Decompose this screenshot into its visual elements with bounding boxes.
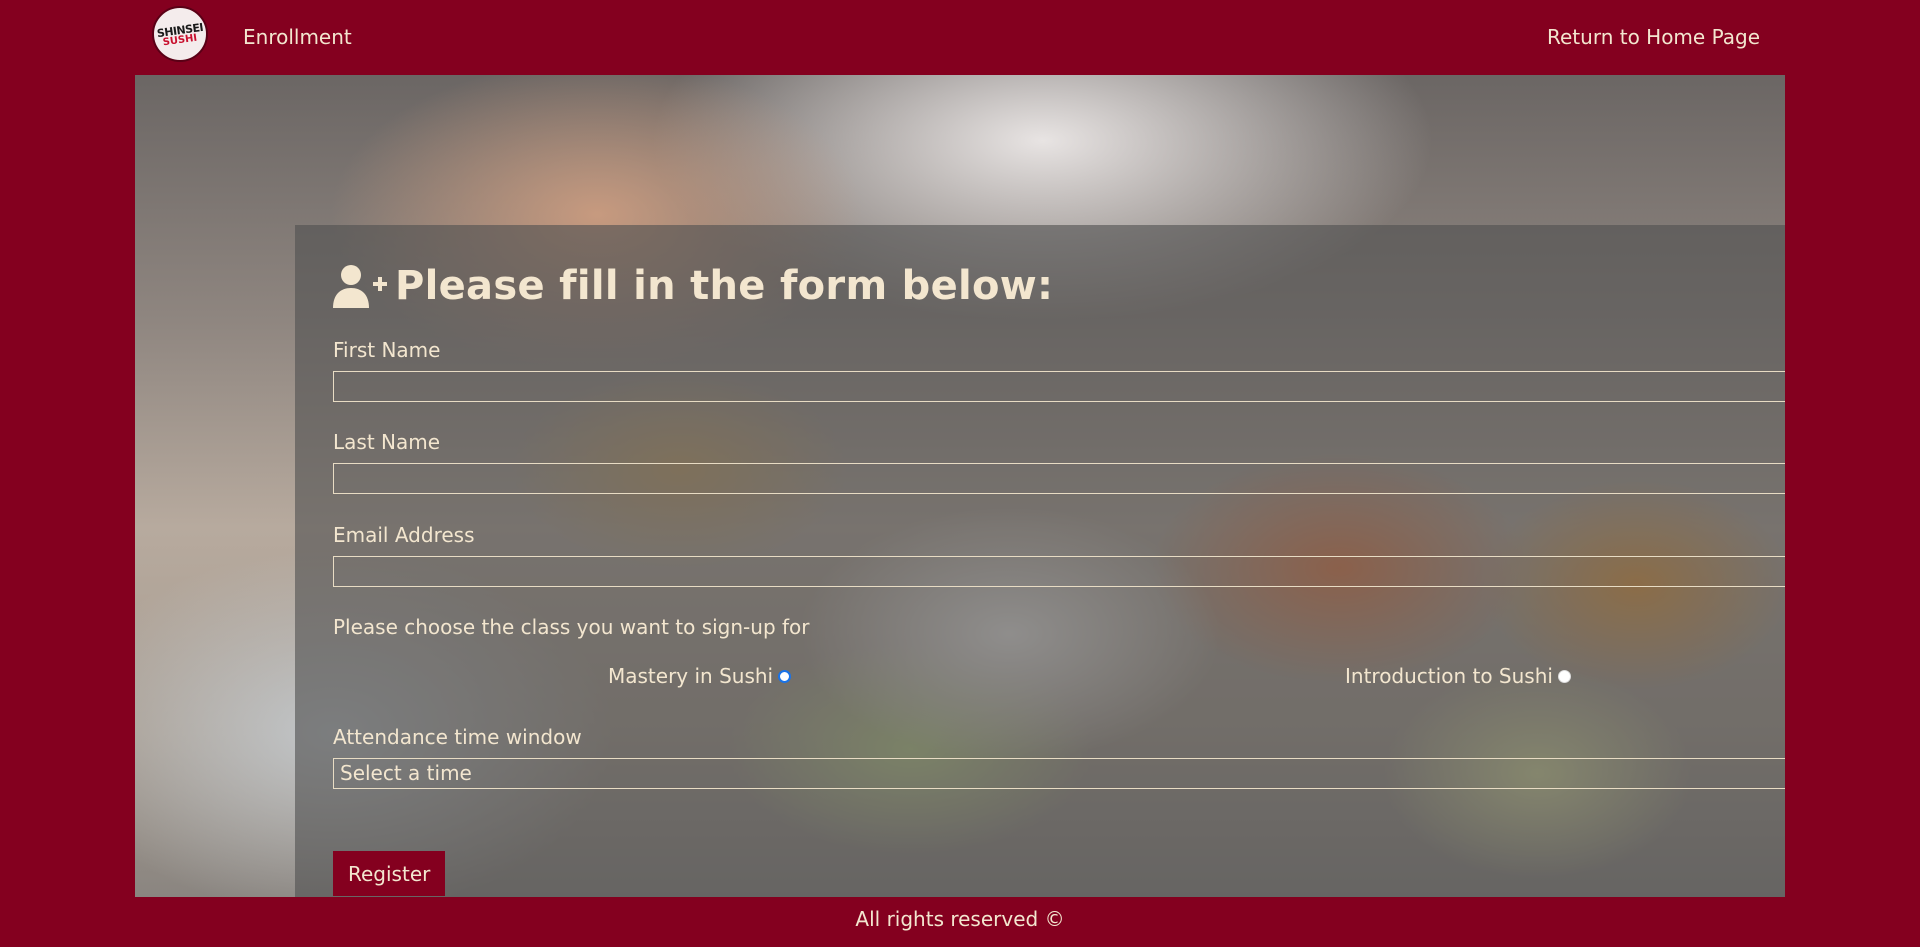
last-name-label: Last Name: [333, 430, 441, 454]
first-name-field[interactable]: [333, 371, 1785, 402]
class-option-mastery[interactable]: Mastery in Sushi: [608, 664, 792, 688]
time-window-value: Select a time: [340, 761, 472, 785]
class-radio-mastery[interactable]: [778, 669, 792, 683]
register-button[interactable]: Register: [333, 851, 446, 896]
email-field[interactable]: [333, 556, 1785, 587]
footer-copyright: All rights reserved ©: [855, 907, 1065, 931]
email-label: Email Address: [333, 523, 475, 547]
last-name-field[interactable]: [333, 463, 1785, 494]
class-radio-introduction[interactable]: [1557, 669, 1571, 683]
class-option-introduction[interactable]: Introduction to Sushi: [1345, 664, 1571, 688]
top-nav: SHINSEI SUSHI Enrollment Return to Home …: [0, 0, 1920, 75]
brand-logo[interactable]: SHINSEI SUSHI: [152, 6, 208, 62]
class-option-label: Mastery in Sushi: [608, 664, 774, 688]
class-option-label: Introduction to Sushi: [1345, 664, 1553, 688]
enrollment-form-panel: Please fill in the form below: First Nam…: [295, 225, 1785, 897]
hero-background-image: Please fill in the form below: First Nam…: [135, 75, 1785, 897]
first-name-label: First Name: [333, 338, 441, 362]
form-title: Please fill in the form below:: [395, 263, 1054, 309]
user-plus-icon: [333, 265, 387, 308]
form-heading: Please fill in the form below:: [333, 261, 1053, 311]
return-home-link[interactable]: Return to Home Page: [1547, 25, 1760, 49]
class-prompt: Please choose the class you want to sign…: [333, 615, 810, 639]
time-window-select[interactable]: Select a time: [333, 758, 1785, 789]
time-window-label: Attendance time window: [333, 725, 582, 749]
page-title: Enrollment: [243, 25, 352, 49]
